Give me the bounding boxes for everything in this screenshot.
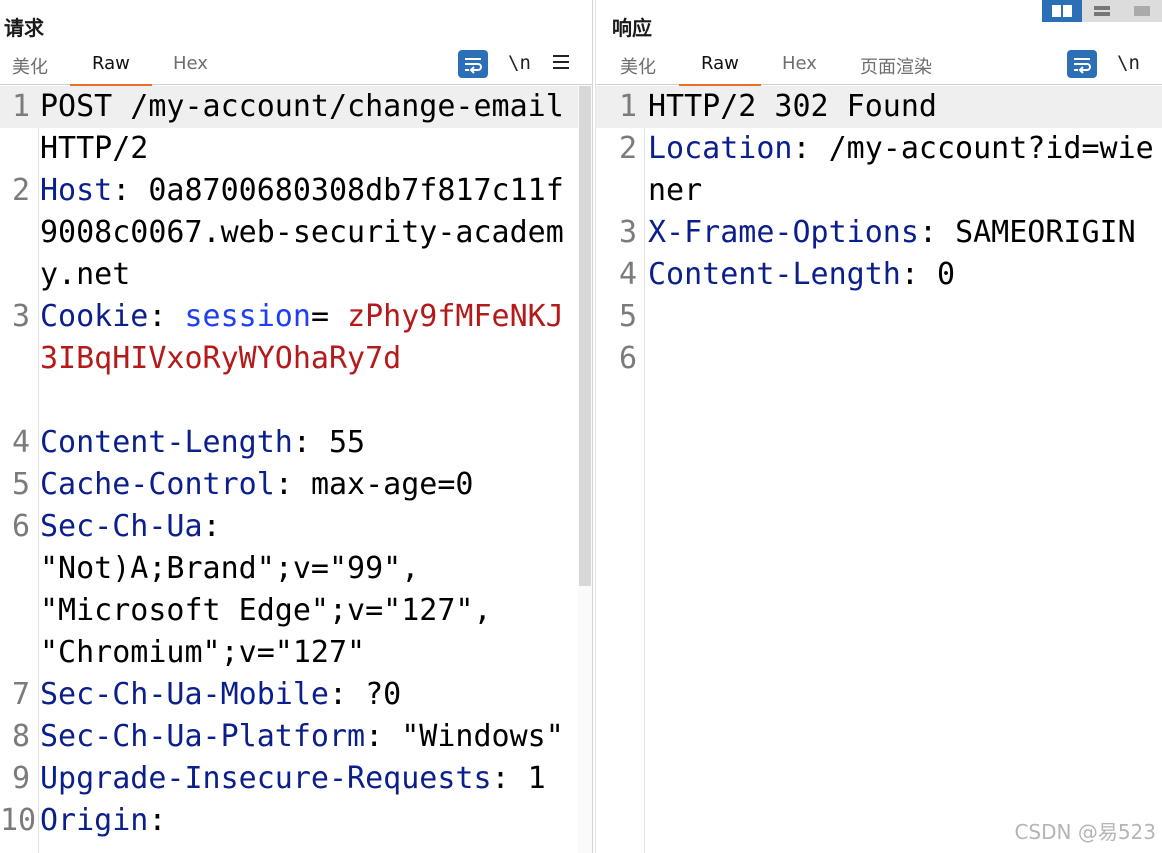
header-key: Host bbox=[40, 173, 113, 208]
header-key: Sec-Ch-Ua bbox=[40, 509, 203, 544]
header-sec-ch-ua: Sec-Ch-Ua: "Not)A;Brand";v="99", "Micros… bbox=[40, 506, 574, 674]
line-number: 1 bbox=[618, 89, 637, 124]
response-tab-prettify[interactable]: 美化 bbox=[614, 53, 662, 79]
single-pane-layout-icon[interactable] bbox=[1122, 0, 1162, 22]
status-line-text: HTTP/2 302 Found bbox=[648, 89, 937, 124]
response-tab-render[interactable]: 页面渲染 bbox=[854, 53, 938, 79]
header-sec-ch-ua-mobile: Sec-Ch-Ua-Mobile: ?0 bbox=[40, 674, 574, 716]
header-sep: : bbox=[148, 803, 167, 838]
line-number: 10 bbox=[0, 803, 37, 838]
side-by-side-layout-icon[interactable] bbox=[1042, 0, 1082, 22]
stacked-layout-icon[interactable] bbox=[1082, 0, 1122, 22]
show-newlines-toggle[interactable]: \n bbox=[508, 52, 531, 74]
show-newlines-toggle[interactable]: \n bbox=[1117, 52, 1140, 74]
header-sep: : bbox=[274, 467, 293, 502]
line-number: 8 bbox=[11, 719, 30, 754]
header-key: Content-Length bbox=[648, 257, 901, 292]
header-key: X-Frame-Options bbox=[648, 215, 919, 250]
line-number: 1 bbox=[11, 89, 30, 124]
header-upgrade-insecure-requests: Upgrade-Insecure-Requests: 1 bbox=[40, 758, 574, 800]
line-number: 4 bbox=[11, 425, 30, 460]
watermark: CSDN @易523 bbox=[1014, 820, 1156, 844]
header-value: 0 bbox=[937, 257, 956, 292]
line-number: 4 bbox=[618, 257, 637, 292]
header-sep: : bbox=[328, 677, 348, 712]
header-sep: : bbox=[202, 509, 221, 544]
line-number: 6 bbox=[618, 341, 637, 376]
header-value: 55 bbox=[329, 425, 366, 460]
header-sep: : bbox=[918, 215, 937, 250]
request-pane: 请求 美化 Raw Hex \n 1 POST /my-account/chan… bbox=[0, 0, 592, 853]
header-key: Sec-Ch-Ua-Mobile bbox=[40, 677, 329, 712]
line-number: 7 bbox=[11, 677, 30, 712]
request-title: 请求 bbox=[4, 16, 44, 40]
line-number: 2 bbox=[11, 173, 30, 208]
request-tab-prettify[interactable]: 美化 bbox=[6, 53, 54, 79]
response-line-gutter bbox=[596, 86, 645, 853]
header-value: max-age=0 bbox=[310, 467, 474, 502]
header-sep: : bbox=[900, 257, 919, 292]
header-key: Upgrade-Insecure-Requests bbox=[40, 761, 492, 796]
header-sep: : bbox=[148, 299, 167, 334]
word-wrap-icon[interactable] bbox=[458, 50, 488, 78]
cookie-name: session bbox=[184, 299, 311, 334]
header-sec-ch-ua-platform: Sec-Ch-Ua-Platform: "Windows" bbox=[40, 716, 574, 758]
menu-icon[interactable] bbox=[552, 54, 570, 74]
header-cookie: Cookie: session= zPhy9fMFeNKJ3IBqHIVxoRy… bbox=[40, 296, 574, 380]
header-sep: : bbox=[792, 131, 811, 166]
request-scrollbar-thumb[interactable] bbox=[579, 86, 591, 586]
header-sep: : bbox=[365, 719, 384, 754]
word-wrap-icon[interactable] bbox=[1067, 50, 1097, 78]
header-value: "Windows" bbox=[401, 719, 564, 754]
cookie-equals: = bbox=[310, 299, 329, 334]
header-value: 1 bbox=[527, 761, 546, 796]
line-number: 5 bbox=[618, 299, 637, 334]
line-number: 6 bbox=[11, 509, 30, 544]
line-number: 9 bbox=[11, 761, 30, 796]
response-tab-hex[interactable]: Hex bbox=[776, 53, 823, 74]
header-host: Host: 0a8700680308db7f817c11f9008c0067.w… bbox=[40, 170, 574, 296]
status-line: HTTP/2 302 Found bbox=[648, 86, 1154, 128]
header-key: Cookie bbox=[40, 299, 149, 334]
response-pane: 响应 美化 Raw Hex 页面渲染 \n 1 HTTP/2 302 Found… bbox=[596, 0, 1162, 853]
header-x-frame-options: X-Frame-Options: SAMEORIGIN bbox=[648, 212, 1154, 254]
header-sep: : bbox=[112, 173, 131, 208]
line-number: 2 bbox=[618, 131, 637, 166]
header-content-length: Content-Length: 0 bbox=[648, 254, 1154, 296]
request-editor[interactable]: 1 POST /my-account/change-email HTTP/2 2… bbox=[0, 86, 592, 853]
header-key: Location bbox=[648, 131, 793, 166]
request-scrollbar[interactable] bbox=[578, 86, 592, 853]
header-origin: Origin: bbox=[40, 800, 574, 842]
response-editor[interactable]: 1 HTTP/2 302 Found 2 Location: /my-accou… bbox=[596, 86, 1162, 853]
layout-switch bbox=[1042, 0, 1162, 22]
request-line: POST /my-account/change-email HTTP/2 bbox=[40, 86, 574, 170]
request-tabbar: 美化 Raw Hex \n bbox=[0, 46, 592, 87]
header-key: Origin bbox=[40, 803, 149, 838]
header-sep: : bbox=[491, 761, 510, 796]
line-number: 3 bbox=[11, 299, 30, 334]
header-cache-control: Cache-Control: max-age=0 bbox=[40, 464, 574, 506]
response-tabbar: 美化 Raw Hex 页面渲染 \n bbox=[596, 46, 1162, 87]
header-value: ?0 bbox=[365, 677, 402, 712]
header-key: Sec-Ch-Ua-Platform bbox=[40, 719, 366, 754]
header-sep: : bbox=[292, 425, 311, 460]
header-location: Location: /my-account?id=wiener bbox=[648, 128, 1154, 212]
header-content-length: Content-Length: 55 bbox=[40, 422, 574, 464]
line-number: 3 bbox=[618, 215, 637, 250]
request-tab-hex[interactable]: Hex bbox=[167, 53, 214, 74]
header-value: SAMEORIGIN bbox=[955, 215, 1136, 250]
request-line-text: POST /my-account/change-email HTTP/2 bbox=[40, 89, 582, 166]
response-title: 响应 bbox=[612, 16, 652, 40]
header-key: Cache-Control bbox=[40, 467, 275, 502]
header-key: Content-Length bbox=[40, 425, 293, 460]
response-tab-raw[interactable]: Raw bbox=[679, 53, 761, 87]
header-value: "Not)A;Brand";v="99", "Microsoft Edge";v… bbox=[40, 551, 510, 670]
line-number: 5 bbox=[11, 467, 30, 502]
request-tab-raw[interactable]: Raw bbox=[70, 53, 152, 87]
